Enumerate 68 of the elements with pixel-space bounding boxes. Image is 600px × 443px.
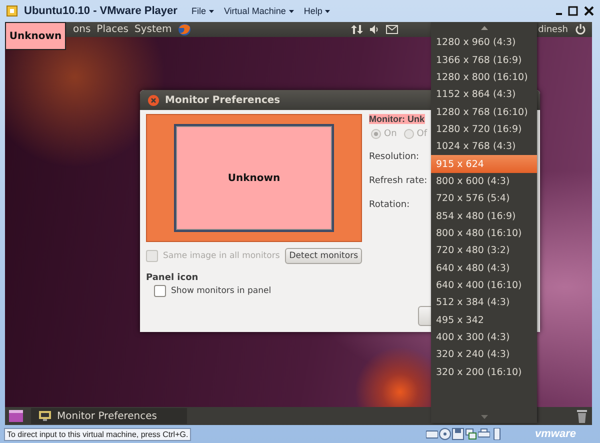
menu-item[interactable]: Help bbox=[304, 6, 330, 16]
field-label: Refresh rate: bbox=[369, 176, 428, 186]
section-heading: Panel icon bbox=[146, 273, 200, 283]
checkbox-label: Same image in all monitors bbox=[163, 251, 280, 261]
drive-icon bbox=[426, 428, 438, 440]
speaker-icon bbox=[370, 25, 380, 34]
trash-icon bbox=[576, 409, 588, 423]
monitor-label: Unknown bbox=[5, 22, 66, 50]
radio-label: Of bbox=[416, 129, 428, 139]
panel-menu[interactable]: System bbox=[134, 24, 172, 35]
radio-label: On bbox=[384, 129, 397, 139]
status-hint: To direct input to this virtual machine, press Ctrl+G. bbox=[4, 428, 192, 440]
menu-item[interactable]: 800 x 600 (4:3) bbox=[431, 172, 537, 190]
window-title: Ubuntu10.10 - VMware Player bbox=[24, 5, 178, 17]
menu-item[interactable]: 1280 x 800 (16:10) bbox=[431, 68, 537, 86]
close-icon bbox=[148, 94, 159, 106]
workspace-icon bbox=[9, 410, 23, 422]
detect-button[interactable]: Detect monitors bbox=[285, 248, 362, 264]
taskbar-button[interactable]: Monitor Preferences bbox=[31, 408, 187, 424]
minimize-icon bbox=[556, 13, 562, 15]
maximize-icon bbox=[568, 6, 578, 16]
monitor-name: Monitor: Unk bbox=[369, 114, 424, 124]
menu-item[interactable]: 720 x 576 (5:4) bbox=[431, 190, 537, 208]
user-name[interactable]: dinesh bbox=[538, 24, 568, 34]
menu-item[interactable]: File bbox=[191, 6, 214, 16]
disc-icon bbox=[439, 428, 452, 440]
envelope-icon bbox=[386, 25, 398, 34]
menu-item[interactable]: 320 x 200 (16:10) bbox=[431, 364, 537, 381]
menu-item[interactable]: 320 x 240 (4:3) bbox=[431, 346, 537, 364]
checkbox-label: Show monitors in panel bbox=[171, 286, 272, 296]
updown-arrows-icon bbox=[351, 24, 364, 35]
menu-item[interactable]: 640 x 480 (4:3) bbox=[431, 259, 537, 277]
monitor-drawing[interactable]: Unknown bbox=[174, 124, 334, 232]
caret-icon bbox=[325, 10, 330, 12]
close-icon bbox=[584, 6, 594, 16]
menu-item[interactable]: 640 x 400 (16:10) bbox=[431, 276, 537, 294]
menu-item[interactable]: 1366 x 768 (16:9) bbox=[431, 51, 537, 69]
up-arrow-icon bbox=[480, 26, 488, 30]
floppy-icon bbox=[452, 428, 464, 440]
menu-item[interactable]: Virtual Machine bbox=[224, 6, 294, 16]
power-icon bbox=[575, 24, 586, 35]
radio-button[interactable] bbox=[371, 129, 381, 139]
menu-item[interactable]: 1024 x 768 (4:3) bbox=[431, 138, 537, 156]
menu-item[interactable]: 720 x 480 (3:2) bbox=[431, 242, 537, 260]
caret-icon bbox=[288, 10, 294, 12]
caret-icon bbox=[208, 10, 214, 12]
menu-item[interactable]: 400 x 300 (4:3) bbox=[431, 328, 537, 346]
menu-item[interactable]: 512 x 384 (4:3) bbox=[431, 294, 537, 312]
menu-item[interactable]: 1280 x 768 (16:10) bbox=[431, 103, 537, 121]
field-label: Rotation: bbox=[369, 200, 410, 210]
menu-item[interactable]: 1280 x 960 (4:3) bbox=[431, 34, 537, 52]
network-icon bbox=[465, 428, 478, 440]
menu-item[interactable]: 1280 x 720 (16:9) bbox=[431, 120, 537, 138]
printer-icon bbox=[478, 428, 490, 440]
radio-button[interactable] bbox=[404, 129, 414, 139]
menu-item[interactable]: 1152 x 864 (4:3) bbox=[431, 86, 537, 104]
field-label: Resolution: bbox=[369, 152, 420, 162]
menu-item[interactable]: 854 x 480 (16:9) bbox=[431, 207, 537, 225]
panel-menu[interactable]: ons bbox=[73, 24, 91, 35]
checkbox[interactable] bbox=[154, 285, 166, 297]
vm-logo-icon bbox=[6, 5, 18, 17]
menu-item[interactable]: 800 x 480 (16:10) bbox=[431, 224, 537, 242]
panel-menu[interactable]: Places bbox=[96, 24, 128, 35]
down-arrow-icon bbox=[480, 415, 488, 419]
monitor-icon bbox=[39, 411, 51, 421]
vmware-logo: vmware bbox=[535, 428, 576, 440]
menu-item[interactable]: 495 x 342 bbox=[431, 312, 537, 329]
dialog-title: Monitor Preferences bbox=[165, 94, 280, 106]
